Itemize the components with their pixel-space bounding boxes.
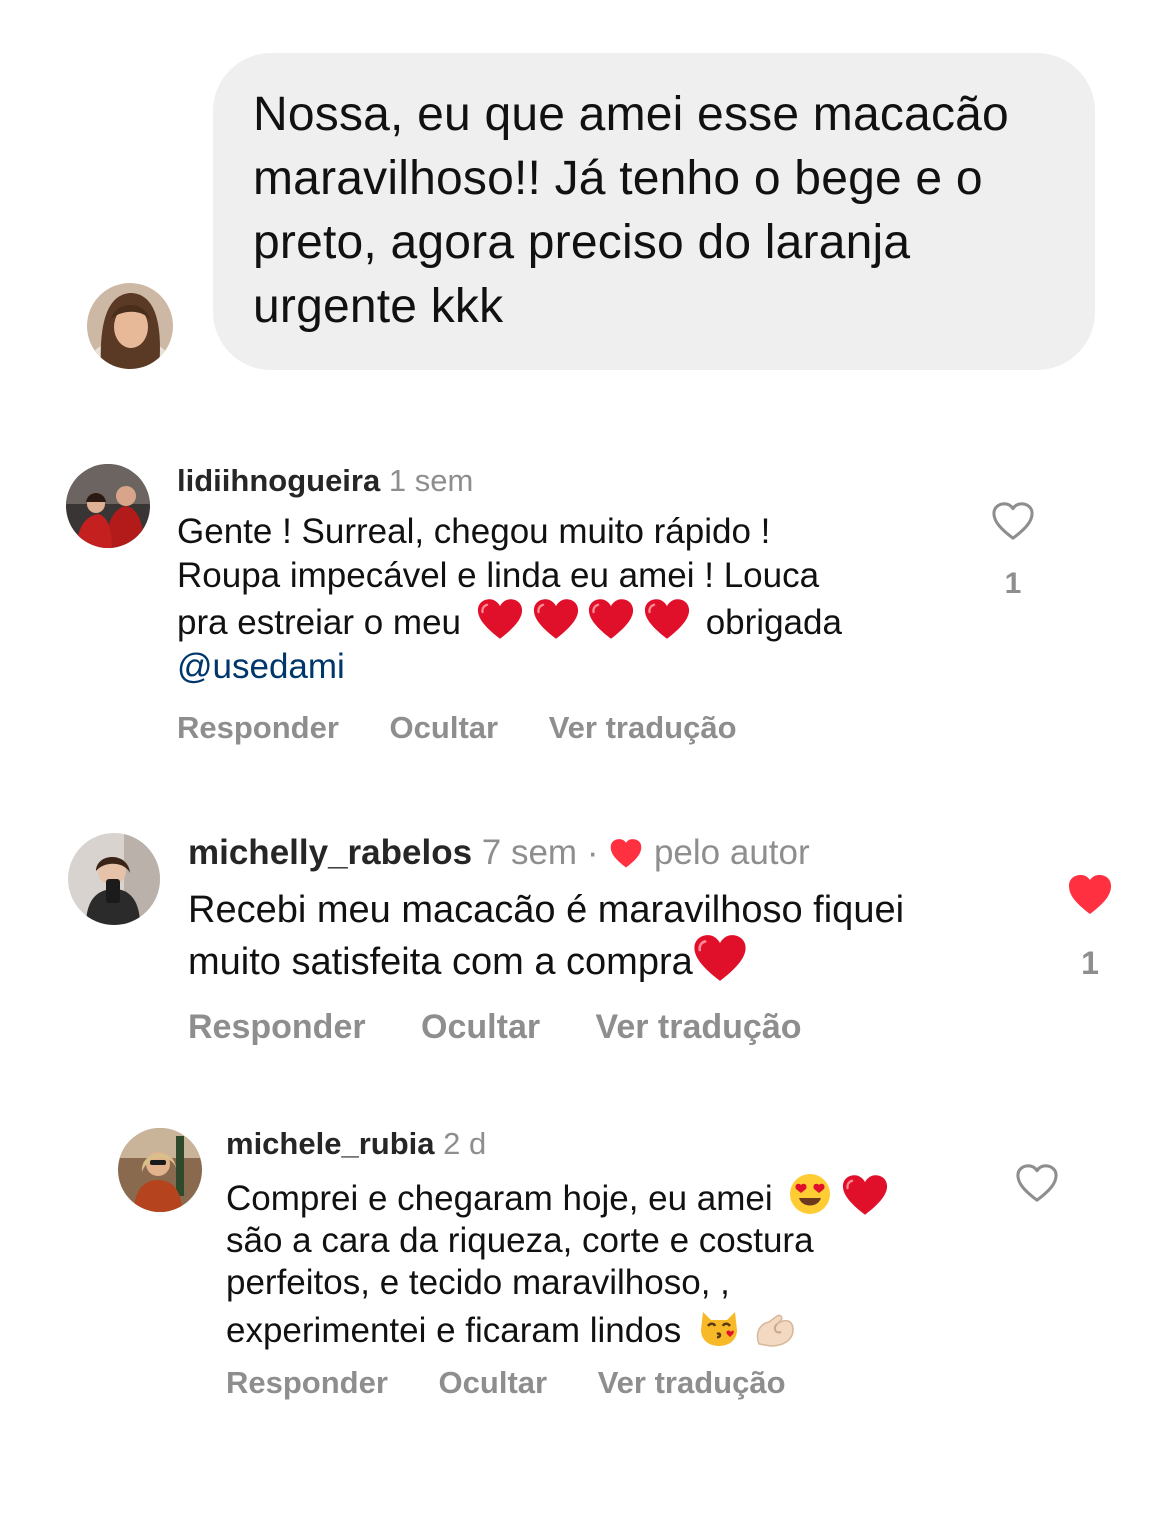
- comment-line: Gente ! Surreal, chegou muito rápido !: [177, 512, 771, 551]
- heart-outline-icon: [1016, 1164, 1058, 1202]
- message-sender-avatar[interactable]: [87, 283, 173, 369]
- comment-actions-1: Responder Ocultar Ver tradução: [177, 709, 737, 747]
- hide-button[interactable]: Ocultar: [390, 709, 499, 747]
- author-heart-icon: [610, 839, 642, 868]
- comment-time: 1 sem: [388, 463, 474, 498]
- comment-time: 2 d: [443, 1126, 487, 1161]
- comment-header-1: lidiihnogueira 1 sem: [177, 462, 473, 500]
- separator-dot: ·: [586, 833, 599, 872]
- red-heart-icon: [842, 1174, 888, 1216]
- comment-line: muito satisfeita com a compra: [188, 934, 1028, 986]
- comment-body-1: Gente ! Surreal, chegou muito rápido ! R…: [177, 510, 937, 689]
- pinching-hand-emoji-icon: [756, 1314, 794, 1347]
- like-count: 1: [1004, 567, 1022, 600]
- like-count: 1: [1081, 945, 1099, 981]
- like-button[interactable]: [990, 500, 1036, 544]
- red-heart-icon: [644, 598, 690, 640]
- heart-eyes-emoji-icon: [790, 1174, 831, 1214]
- like-button[interactable]: [1066, 872, 1114, 916]
- red-heart-icon: [588, 598, 634, 640]
- comment-text-segment: obrigada: [705, 603, 842, 642]
- comment-username[interactable]: michelly_rabelos: [188, 833, 472, 872]
- red-heart-icon: [693, 934, 747, 982]
- comment-line: Recebi meu macacão é maravilhoso fiquei: [188, 889, 905, 931]
- kissing-cat-emoji-icon: [700, 1312, 737, 1346]
- heart-emoji-row: [477, 598, 690, 645]
- translate-button[interactable]: Ver tradução: [598, 1364, 786, 1402]
- message-bubble: Nossa, eu que amei esse macacão maravilh…: [213, 53, 1095, 370]
- comment-username[interactable]: lidiihnogueira: [177, 463, 380, 498]
- heart-outline-icon: [992, 502, 1034, 540]
- comment-username[interactable]: michele_rubia: [226, 1126, 434, 1161]
- reply-button[interactable]: Responder: [188, 1006, 366, 1048]
- comment-header-2: michelly_rabelos 7 sem · pelo autor: [188, 832, 810, 874]
- comment-line: pra estreiar o meu obrigada: [177, 598, 937, 645]
- message-line-2: maravilhoso!! Já tenho o bege e o: [253, 152, 983, 205]
- comment-actions-3: Responder Ocultar Ver tradução: [226, 1364, 786, 1402]
- like-button[interactable]: [1014, 1162, 1060, 1206]
- message-line-3: preto, agora preciso do laranja: [253, 216, 911, 269]
- message-line-1: Nossa, eu que amei esse macacão: [253, 88, 1009, 141]
- comment-avatar-michele_rubia[interactable]: [118, 1128, 202, 1212]
- comment-line: Roupa impecável e linda eu amei ! Louca: [177, 556, 820, 595]
- reply-button[interactable]: Responder: [226, 1364, 388, 1402]
- comment-line: experimentei e ficaram lindos: [226, 1304, 1006, 1352]
- hide-button[interactable]: Ocultar: [439, 1364, 548, 1402]
- reply-button[interactable]: Responder: [177, 709, 339, 747]
- translate-button[interactable]: Ver tradução: [549, 709, 737, 747]
- comment-header-3: michele_rubia 2 d: [226, 1125, 486, 1163]
- comment-text-segment: pra estreiar o meu: [177, 603, 462, 642]
- comment-text-segment: experimentei e ficaram lindos: [226, 1311, 682, 1350]
- comment-avatar-michelly_rabelos[interactable]: [68, 833, 160, 925]
- message-line-4: urgente kkk: [253, 280, 504, 333]
- red-heart-icon: [477, 598, 523, 640]
- translate-button[interactable]: Ver tradução: [596, 1006, 802, 1048]
- comment-text-segment: muito satisfeita com a compra: [188, 941, 693, 983]
- comment-line: perfeitos, e tecido maravilhoso, ,: [226, 1263, 730, 1302]
- comment-time: 7 sem: [481, 833, 578, 872]
- comment-avatar-lidiihnogueira[interactable]: [66, 464, 150, 548]
- heart-filled-icon: [1069, 875, 1111, 914]
- mention-link[interactable]: @usedami: [177, 645, 937, 689]
- comment-body-3: Comprei e chegaram hoje, eu amei são a c…: [226, 1172, 1006, 1352]
- comment-body-2: Recebi meu macacão é maravilhoso fiquei …: [188, 886, 1028, 986]
- comment-actions-2: Responder Ocultar Ver tradução: [188, 1006, 802, 1048]
- comment-text-segment: Comprei e chegaram hoje, eu amei: [226, 1179, 773, 1218]
- liked-by-author-label: pelo autor: [653, 833, 810, 872]
- comment-line: são a cara da riqueza, corte e costura: [226, 1221, 814, 1260]
- comment-line: Comprei e chegaram hoje, eu amei: [226, 1172, 1006, 1220]
- red-heart-icon: [533, 598, 579, 640]
- hide-button[interactable]: Ocultar: [421, 1006, 540, 1048]
